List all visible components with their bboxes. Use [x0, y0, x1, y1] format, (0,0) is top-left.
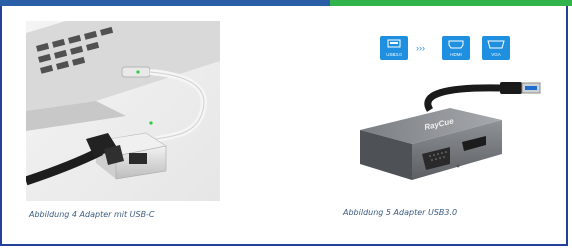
- arrow-glyphs: ›››: [416, 43, 425, 53]
- vga-badge: VGA: [482, 36, 510, 60]
- figure-usb3-adapter-photo: USB3.0 ››› HDMI VGA RayCue: [360, 36, 541, 180]
- hdmi-badge-label: HDMI: [450, 52, 462, 57]
- figure-usb-c-adapter-photo: [26, 21, 220, 201]
- hdmi-badge: HDMI: [442, 36, 470, 60]
- usb3-badge: USB3.0: [380, 36, 408, 60]
- figure-5-caption: Abbildung 5 Adapter USB3.0: [343, 208, 458, 217]
- vga-badge-label: VGA: [491, 52, 501, 57]
- figure-4-caption: Abbildung 4 Adapter mit USB-C: [29, 210, 155, 219]
- usb3-badge-label: USB3.0: [386, 52, 402, 57]
